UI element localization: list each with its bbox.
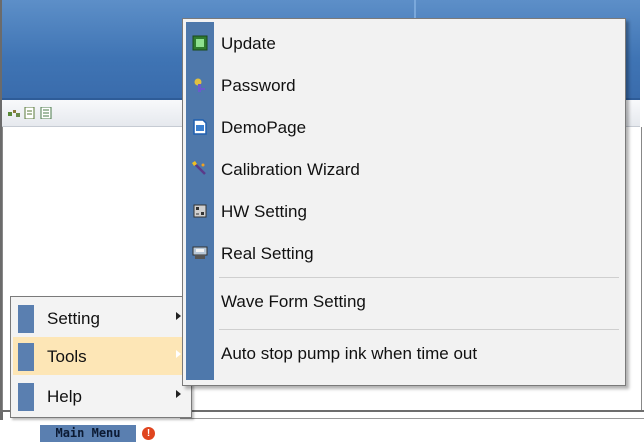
menu-item-label: Setting — [47, 309, 100, 328]
submenu-item-label: Update — [221, 34, 276, 53]
submenu-item-update[interactable]: Update — [183, 25, 625, 65]
submenu-item-label: Calibration Wizard — [221, 160, 360, 179]
submenu-item-calibration-wizard[interactable]: Calibration Wizard — [183, 151, 625, 191]
menu-item-marker — [18, 305, 34, 333]
toolbar-document-icon[interactable] — [24, 107, 36, 119]
submenu-item-label: Wave Form Setting — [221, 292, 366, 311]
info-icon[interactable]: ! — [142, 427, 155, 440]
main-popup-menu: Setting Tools Help — [10, 296, 192, 418]
submenu-arrow-icon — [176, 350, 181, 358]
submenu-item-label: HW Setting — [221, 202, 307, 221]
demopage-icon — [193, 119, 207, 135]
toolbar-network-icon[interactable] — [8, 107, 20, 119]
app-window: Main Menu ! Setting Tools Help Update Pa… — [0, 0, 644, 446]
calibration-wizard-icon — [192, 161, 206, 175]
submenu-item-wave-form-setting[interactable]: Wave Form Setting — [183, 283, 625, 323]
submenu-separator — [219, 329, 619, 330]
hw-setting-icon — [193, 204, 207, 218]
main-menu-button[interactable]: Main Menu — [40, 425, 136, 442]
submenu-arrow-icon — [176, 312, 181, 320]
menu-item-tools[interactable]: Tools — [13, 337, 189, 375]
submenu-item-label: Real Setting — [221, 244, 314, 263]
submenu-separator — [219, 277, 619, 278]
password-icon — [194, 78, 205, 92]
real-setting-icon — [192, 246, 208, 259]
panel-divider — [180, 418, 644, 419]
submenu-item-hw-setting[interactable]: HW Setting — [183, 193, 625, 233]
menu-item-marker — [18, 383, 34, 411]
submenu-item-label: Auto stop pump ink when time out — [221, 344, 478, 363]
submenu-item-real-setting[interactable]: Real Setting — [183, 235, 625, 275]
submenu-item-password[interactable]: Password — [183, 67, 625, 107]
submenu-item-auto-stop-pump-ink[interactable]: Auto stop pump ink when time out — [183, 335, 625, 375]
tools-submenu: Update Password DemoPage Calibration Wiz… — [182, 18, 626, 386]
submenu-item-label: DemoPage — [221, 118, 307, 137]
menu-item-label: Help — [47, 387, 82, 406]
menu-item-help[interactable]: Help — [13, 377, 189, 415]
submenu-item-demopage[interactable]: DemoPage — [183, 109, 625, 149]
submenu-item-label: Password — [221, 76, 296, 95]
update-icon — [192, 35, 208, 51]
submenu-arrow-icon — [176, 390, 181, 398]
menu-item-label: Tools — [47, 347, 87, 366]
toolbar-list-icon[interactable] — [40, 107, 52, 119]
menu-item-marker — [18, 343, 34, 371]
menu-item-setting[interactable]: Setting — [13, 299, 189, 337]
